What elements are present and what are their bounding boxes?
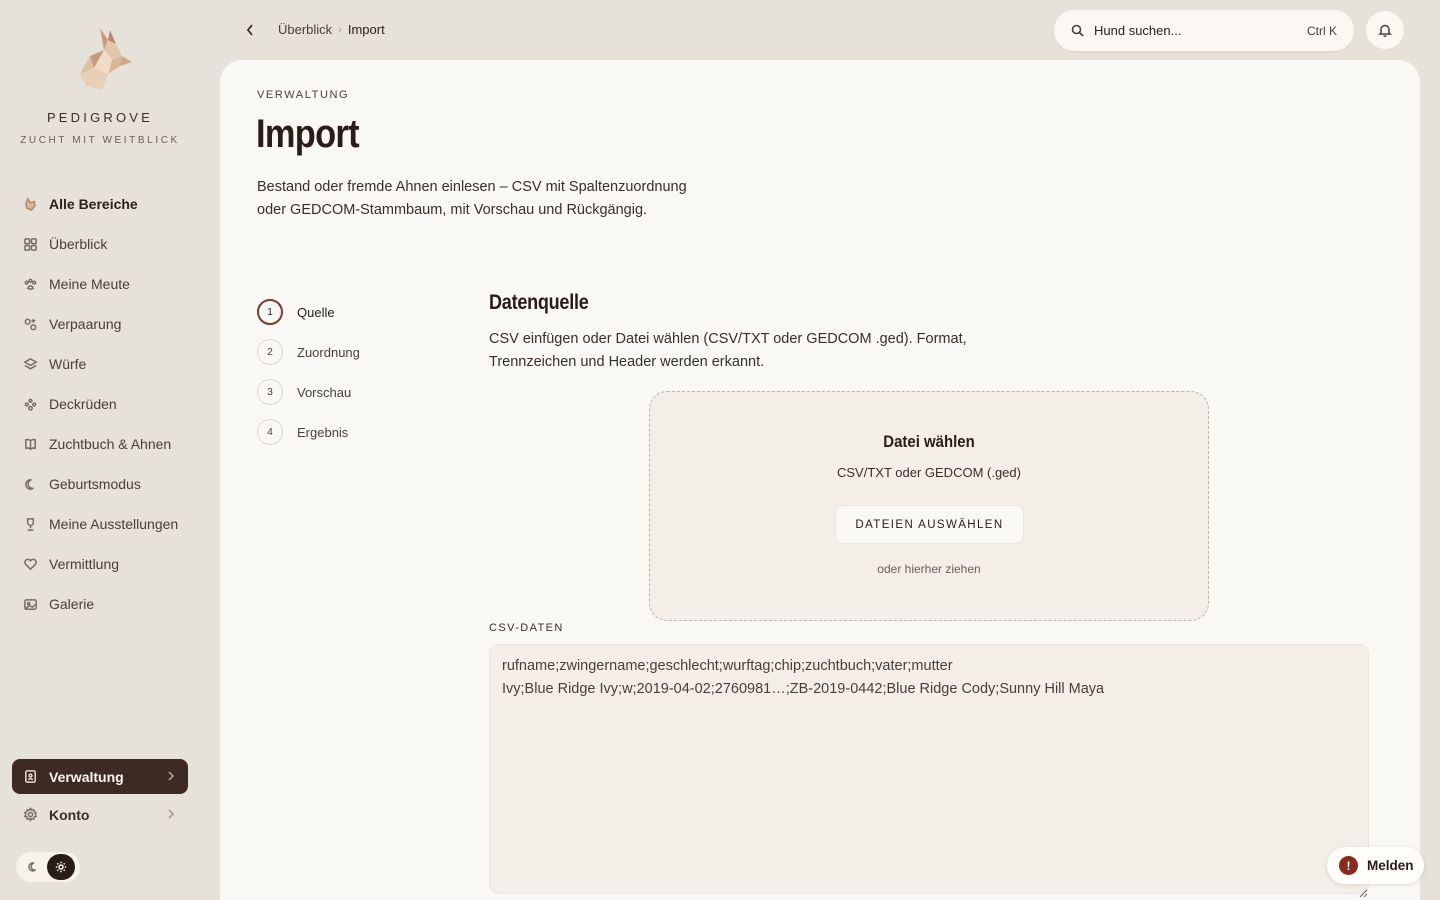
male-dog-icon [22,396,38,412]
search-placeholder: Hund suchen... [1094,23,1182,38]
gear-icon [22,807,38,823]
chevron-left-icon [246,24,253,36]
chevron-right-icon [166,769,176,783]
step-label: Ergebnis [297,424,349,440]
sidebar-item-zuchtbuch[interactable]: Zuchtbuch & Ahnen [12,424,188,464]
choose-files-button[interactable]: DATEIEN AUSWÄHLEN [835,505,1024,544]
csv-textarea[interactable]: rufname;zwingername;geschlecht;wurftag;c… [489,644,1369,898]
breadcrumb-root-link[interactable]: Überblick [278,22,332,37]
step-quelle[interactable]: 1 Quelle [257,292,360,332]
sidebar-item-label: Verwaltung [49,768,124,785]
trophy-icon [22,516,38,532]
sidebar-item-label: Konto [49,806,90,823]
back-button[interactable] [240,20,260,40]
section-title: Datenquelle [489,291,589,314]
step-label: Vorschau [297,384,352,400]
search-icon [1071,24,1084,37]
heart-icon [22,556,38,572]
sidebar-item-meine-meute[interactable]: Meine Meute [12,264,188,304]
main-panel: VERWALTUNG Import Bestand oder fremde Ah… [220,60,1420,900]
sidebar-item-konto[interactable]: Konto [12,797,188,832]
sidebar-item-deckrueden[interactable]: Deckrüden [12,384,188,424]
paw-icon [22,276,38,292]
csv-label: CSV-DATEN [489,622,564,634]
page-title: Import [256,112,360,156]
brand-tagline: ZUCHT MIT WEITBLICK [20,135,180,146]
csv-line: rufname;zwingername;geschlecht;wurftag;c… [502,658,953,674]
sidebar-item-verwaltung[interactable]: Verwaltung [12,759,188,794]
dog-logo[interactable] [72,26,134,94]
sidebar-item-label: Meine Meute [49,276,130,292]
step-number: 4 [257,419,283,445]
sidebar-item-label: Würfe [49,356,87,372]
sidebar-item-label: Überblick [49,236,108,252]
chevron-right-icon [166,807,176,821]
sidebar-item-wuerfe[interactable]: Würfe [12,344,188,384]
breadcrumb-current: Import [347,22,385,37]
sidebar-item-label: Galerie [49,596,95,612]
page-kicker: VERWALTUNG [257,89,350,101]
layers-icon [22,356,38,372]
sidebar-item-vermittlung[interactable]: Vermittlung [12,544,188,584]
step-ergebnis[interactable]: 4 Ergebnis [257,412,360,452]
moon-icon[interactable] [19,854,47,880]
notifications-button[interactable] [1366,11,1404,49]
sidebar: PEDIGROVE ZUCHT MIT WEITBLICK Alle Berei… [0,0,200,900]
stepper: 1 Quelle 2 Zuordnung 3 Vorschau 4 Ergebn… [257,292,360,452]
breadcrumb: Überblick › Import [278,22,385,37]
theme-toggle[interactable] [16,852,80,882]
step-number: 2 [257,339,283,365]
pairing-icon [22,316,38,332]
search-shortcut: Ctrl K [1307,23,1337,38]
sidebar-item-label: Zuchtbuch & Ahnen [49,436,172,452]
sidebar-item-ausstellungen[interactable]: Meine Ausstellungen [12,504,188,544]
sidebar-item-label: Geburtsmodus [49,476,141,492]
step-zuordnung[interactable]: 2 Zuordnung [257,332,360,372]
sidebar-item-alle-bereiche[interactable]: Alle Bereiche [12,184,188,224]
sidebar-item-verpaarung[interactable]: Verpaarung [12,304,188,344]
admin-icon [22,769,38,785]
brand-name: PEDIGROVE [46,110,154,125]
sidebar-item-label: Alle Bereiche [49,196,138,212]
csv-line: Ivy;Blue Ridge Ivy;w;2019-04-02;2760981…… [502,681,1105,697]
sidebar-item-galerie[interactable]: Galerie [12,584,188,624]
dropzone-subtitle: CSV/TXT oder GEDCOM (.ged) [837,465,1021,480]
breadcrumb-separator-icon: › [338,23,342,36]
step-number: 3 [257,379,283,405]
file-dropzone[interactable]: Datei wählen CSV/TXT oder GEDCOM (.ged) … [649,391,1209,621]
dropzone-title: Datei wählen [883,432,975,451]
sidebar-item-label: Vermittlung [49,556,120,572]
sidebar-item-geburtsmodus[interactable]: Geburtsmodus [12,464,188,504]
sun-icon[interactable] [47,854,75,880]
resize-handle-icon[interactable] [1358,883,1368,898]
sidebar-item-label: Verpaarung [49,316,122,332]
sidebar-item-label: Deckrüden [49,396,117,412]
dropzone-hint: oder hierher ziehen [877,562,981,576]
step-label: Quelle [297,304,335,320]
step-vorschau[interactable]: 3 Vorschau [257,372,360,412]
book-icon [22,436,38,452]
image-icon [22,596,38,612]
page-intro: Bestand oder fremde Ahnen einlesen – CSV… [257,179,687,218]
report-button[interactable]: ! Melden [1327,847,1424,884]
step-number: 1 [257,299,283,325]
step-label: Zuordnung [297,344,360,360]
alert-icon: ! [1339,856,1358,875]
search-input[interactable]: Hund suchen... Ctrl K [1054,10,1354,51]
grid-icon [22,236,38,252]
section-description: CSV einfügen oder Datei wählen (CSV/TXT … [489,331,967,370]
dog-icon [22,196,38,212]
bell-icon [1378,24,1392,37]
sidebar-item-ueberblick[interactable]: Überblick [12,224,188,264]
report-label: Melden [1367,858,1414,873]
sidebar-nav: Alle Bereiche Überblick Meine Meute Verp… [12,184,188,624]
sidebar-item-label: Meine Ausstellungen [49,516,179,532]
moon-icon [22,476,38,492]
